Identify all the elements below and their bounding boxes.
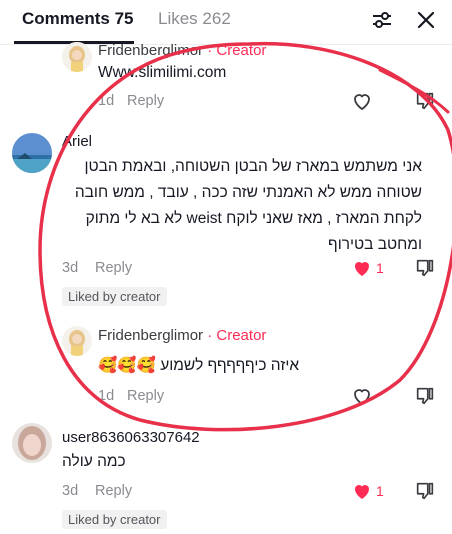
liked-by-creator-badge: Liked by creator: [62, 510, 167, 529]
dislike-icon[interactable]: [414, 90, 436, 112]
reply-button[interactable]: Reply: [127, 93, 164, 109]
comment-time: 3d: [62, 483, 79, 499]
avatar[interactable]: [62, 42, 92, 72]
tab-comments[interactable]: Comments 75: [22, 9, 133, 29]
filter-icon[interactable]: [370, 8, 394, 32]
liked-by-creator-badge: Liked by creator: [62, 287, 167, 306]
comment-text: אני משתמש במארז של הבטן השטוחה, ובאמת הב…: [74, 158, 422, 253]
close-icon[interactable]: [414, 8, 438, 32]
comments-tab-bar: Comments 75 Likes 262: [0, 0, 452, 45]
reply-button[interactable]: Reply: [95, 483, 132, 499]
avatar[interactable]: [12, 133, 52, 173]
comment-author[interactable]: Fridenberglimor · Creator: [98, 42, 266, 59]
comment-author[interactable]: Ariel: [62, 133, 92, 150]
comment-text: Www.slimilimi.com: [98, 64, 227, 81]
dislike-icon[interactable]: [414, 480, 436, 502]
like-count: 1: [376, 483, 384, 499]
heart-icon[interactable]: [350, 479, 374, 503]
reply-button[interactable]: Reply: [127, 388, 164, 404]
tab-likes[interactable]: Likes 262: [158, 9, 231, 29]
creator-tag: Creator: [216, 327, 267, 344]
comment-author[interactable]: user8636063307642: [62, 429, 200, 446]
comment-time: 1d: [98, 388, 115, 404]
reply-button[interactable]: Reply: [95, 260, 132, 276]
creator-tag: Creator: [216, 42, 267, 59]
avatar[interactable]: [12, 423, 52, 463]
comment-text: 🥰🥰🥰 איזה כיףףףףף לשמוע: [98, 357, 300, 374]
avatar[interactable]: [62, 326, 92, 356]
comment-author[interactable]: Fridenberglimor · Creator: [98, 327, 266, 344]
dislike-icon[interactable]: [414, 257, 436, 279]
heart-icon[interactable]: [350, 384, 374, 408]
comment-text: כמה עולה: [62, 453, 126, 470]
comment-time: 1d: [98, 93, 115, 109]
dislike-icon[interactable]: [414, 385, 436, 407]
like-count: 1: [376, 260, 384, 276]
comment-time: 3d: [62, 260, 79, 276]
heart-icon[interactable]: [350, 89, 374, 113]
heart-icon[interactable]: [350, 256, 374, 280]
